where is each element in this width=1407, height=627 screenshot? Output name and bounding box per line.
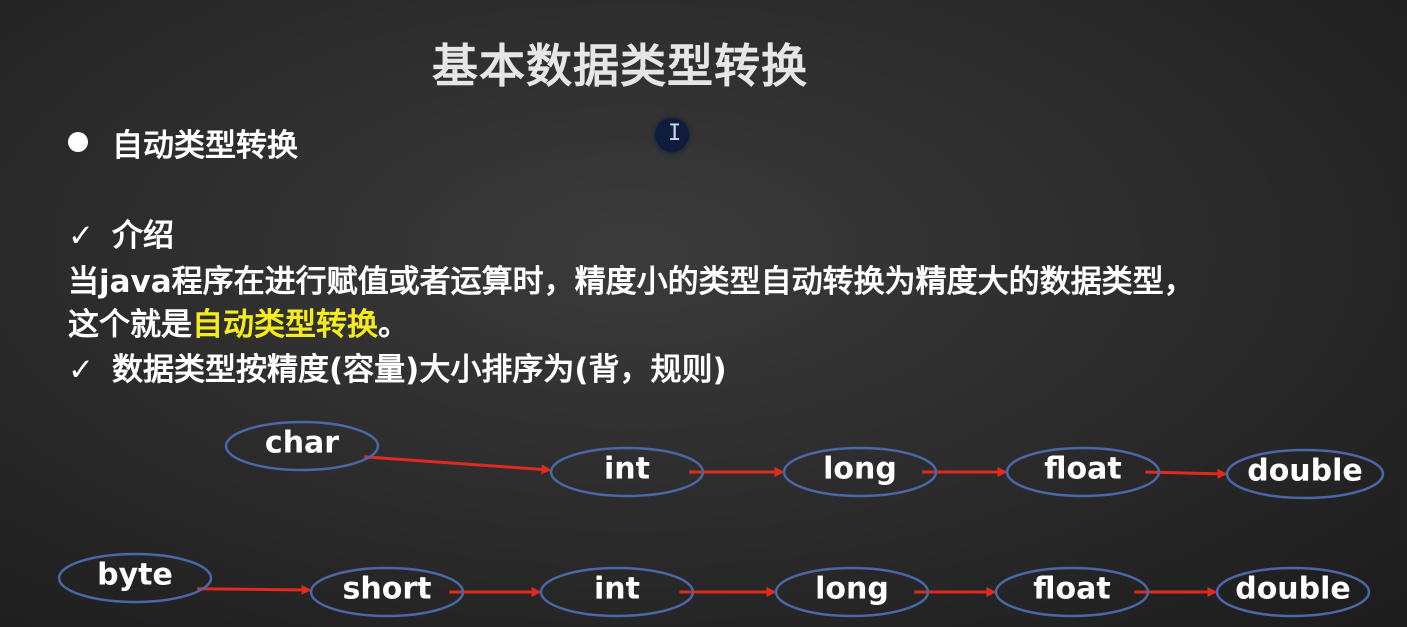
type-conversion-diagram: char int long float double byte short int long f… bbox=[57, 420, 1385, 618]
chain2-node-int: int bbox=[539, 566, 695, 618]
chain1-node-char: char bbox=[224, 420, 380, 472]
chain1-node-double-label: double bbox=[1247, 454, 1363, 489]
chain2-node-double-label: double bbox=[1235, 572, 1351, 607]
chain1-node-float-label: float bbox=[1044, 452, 1121, 487]
chain1-node-char-label: char bbox=[265, 426, 339, 461]
chain1-arrow-char-to-int bbox=[364, 455, 552, 475]
chain-2-nodes: byte short int long float double bbox=[57, 552, 1371, 618]
chain2-arrow-byte-to-short bbox=[197, 584, 312, 595]
chain2-node-long: long bbox=[774, 566, 930, 618]
chain1-arrow-float-to-double bbox=[1145, 468, 1228, 479]
chain2-node-long-label: long bbox=[815, 572, 889, 607]
chain1-node-int: int bbox=[549, 446, 705, 498]
chain1-node-float: float bbox=[1005, 446, 1161, 498]
chain1-node-long: long bbox=[782, 446, 938, 498]
chain2-node-double: double bbox=[1215, 566, 1371, 618]
chain1-node-int-label: int bbox=[604, 452, 650, 487]
chain2-node-int-label: int bbox=[594, 572, 640, 607]
chain2-node-short-label: short bbox=[343, 572, 432, 607]
chain1-node-double: double bbox=[1225, 448, 1385, 500]
chain2-node-short: short bbox=[309, 566, 465, 618]
chain2-node-float-label: float bbox=[1033, 572, 1110, 607]
chain2-node-float: float bbox=[994, 566, 1150, 618]
chain2-node-byte-label: byte bbox=[97, 558, 173, 593]
chain1-node-long-label: long bbox=[823, 452, 897, 487]
chain2-node-byte: byte bbox=[57, 552, 213, 604]
